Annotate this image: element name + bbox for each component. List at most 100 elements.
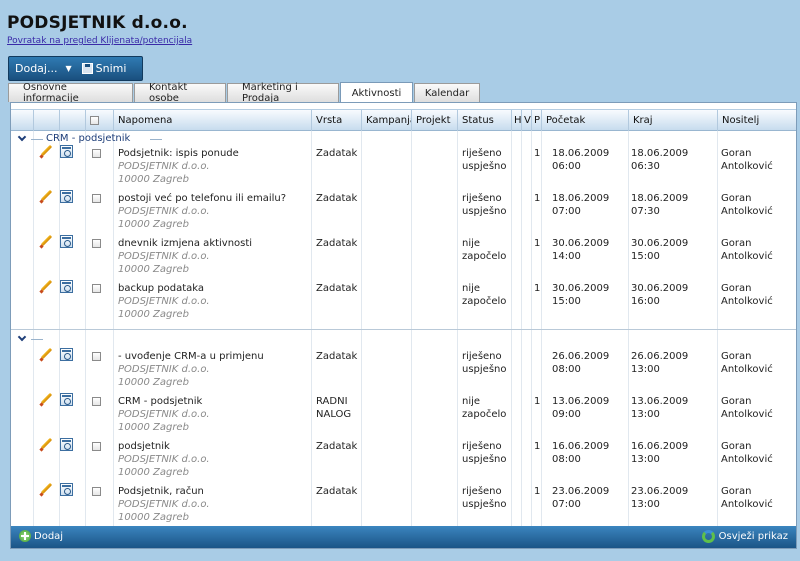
status-text-line2: započelo: [462, 409, 507, 420]
tab-kontakt-osobe[interactable]: Kontakt osobe: [134, 82, 226, 104]
napomena-cell: Podsjetnik: ispis ponude PODSJETNIK d.o.…: [118, 147, 308, 186]
tab-bar: Osnovne informacije Kontakt osobe Market…: [8, 82, 481, 104]
header-projekt[interactable]: Projekt: [411, 110, 457, 131]
header-p[interactable]: P: [531, 110, 541, 131]
preview-icon[interactable]: [60, 280, 73, 293]
p-cell: 1: [534, 193, 541, 204]
tab-kalendar[interactable]: Kalendar: [414, 83, 480, 102]
p-cell: 1: [534, 396, 541, 407]
header-pocetak[interactable]: Početak: [541, 110, 628, 131]
kraj-cell: 30.06.2009 15:00: [631, 238, 689, 262]
table-row[interactable]: Podsjetnik: ispis ponude PODSJETNIK d.o.…: [11, 143, 796, 188]
vrsta-text-line2: NALOG: [316, 409, 352, 420]
refresh-label: Osvježi prikaz: [718, 531, 788, 542]
header-vrsta[interactable]: Vrsta: [311, 110, 361, 131]
kraj-cell: 16.06.2009 13:00: [631, 441, 689, 465]
nositelj-first-name: Goran: [721, 396, 752, 407]
status-text: nije: [462, 238, 481, 249]
city-text: 10000 Zagreb: [118, 377, 189, 388]
preview-icon[interactable]: [60, 483, 73, 496]
edit-pencil-icon[interactable]: [39, 393, 53, 407]
vrsta-cell: Zadatak: [316, 282, 360, 295]
table-row[interactable]: backup podataka PODSJETNIK d.o.o. 10000 …: [11, 278, 796, 323]
tab-aktivnosti[interactable]: Aktivnosti: [340, 82, 413, 103]
row-checkbox[interactable]: [92, 239, 101, 248]
back-link[interactable]: Povratak na pregled Klijenata/potencijal…: [7, 36, 192, 46]
plus-icon: [19, 530, 31, 542]
vrsta-text: Zadatak: [316, 193, 358, 204]
collapse-chevron-icon[interactable]: [17, 333, 27, 343]
header-napomena[interactable]: Napomena: [113, 110, 311, 131]
edit-pencil-icon[interactable]: [39, 145, 53, 159]
preview-icon[interactable]: [60, 190, 73, 203]
add-dropdown-button[interactable]: Dodaj... ▼: [15, 62, 82, 75]
nositelj-cell: Goran Antolković: [721, 440, 795, 466]
row-checkbox[interactable]: [92, 194, 101, 203]
row-checkbox[interactable]: [92, 397, 101, 406]
city-text: 10000 Zagreb: [118, 467, 189, 478]
pocetak-cell: 26.06.2009 08:00: [552, 351, 610, 375]
row-checkbox[interactable]: [92, 284, 101, 293]
footer-add-button[interactable]: Dodaj: [19, 530, 63, 542]
row-checkbox[interactable]: [92, 149, 101, 158]
pocetak-cell: 18.06.2009 07:00: [552, 193, 610, 217]
kraj-cell: 18.06.2009 06:30: [631, 148, 689, 172]
row-checkbox[interactable]: [92, 487, 101, 496]
nositelj-first-name: Goran: [721, 441, 752, 452]
table-row[interactable]: dnevnik izmjena aktivnosti PODSJETNIK d.…: [11, 233, 796, 278]
vrsta-cell: Zadatak: [316, 192, 360, 205]
refresh-button[interactable]: Osvježi prikaz: [701, 530, 788, 543]
select-all-checkbox[interactable]: [90, 116, 99, 125]
edit-pencil-icon[interactable]: [39, 483, 53, 497]
header-edit-col: [33, 110, 59, 131]
company-text: PODSJETNIK d.o.o.: [118, 251, 210, 262]
edit-pencil-icon[interactable]: [39, 235, 53, 249]
tab-marketing-i-prodaja[interactable]: Marketing i Prodaja: [227, 82, 339, 104]
table-row[interactable]: podsjetnik PODSJETNIK d.o.o. 10000 Zagre…: [11, 436, 796, 481]
save-button[interactable]: Snimi: [81, 62, 126, 75]
preview-icon[interactable]: [60, 348, 73, 361]
group-divider: [11, 329, 796, 330]
status-text: nije: [462, 396, 481, 407]
status-cell: nije započelo: [462, 395, 510, 421]
vrsta-text: Zadatak: [316, 486, 358, 497]
header-nositelj[interactable]: Nositelj: [717, 110, 796, 131]
refresh-icon: [701, 530, 715, 543]
napomena-text: dnevnik izmjena aktivnosti: [118, 238, 253, 249]
header-status[interactable]: Status: [457, 110, 511, 131]
napomena-text: podsjetnik: [118, 441, 170, 452]
tab-osnovne-informacije[interactable]: Osnovne informacije: [8, 82, 133, 104]
nositelj-last-name: Antolković: [721, 251, 773, 262]
footer-add-label: Dodaj: [34, 530, 64, 542]
header-kraj[interactable]: Kraj: [628, 110, 717, 131]
edit-pencil-icon[interactable]: [39, 280, 53, 294]
nositelj-last-name: Antolković: [721, 161, 773, 172]
napomena-cell: CRM - podsjetnik PODSJETNIK d.o.o. 10000…: [118, 395, 308, 434]
city-text: 10000 Zagreb: [118, 264, 189, 275]
edit-pencil-icon[interactable]: [39, 348, 53, 362]
preview-icon[interactable]: [60, 393, 73, 406]
napomena-text: Podsjetnik, račun: [118, 486, 204, 497]
nositelj-last-name: Antolković: [721, 454, 773, 465]
edit-pencil-icon[interactable]: [39, 438, 53, 452]
table-row[interactable]: Podsjetnik, račun PODSJETNIK d.o.o. 1000…: [11, 481, 796, 526]
preview-icon[interactable]: [60, 145, 73, 158]
header-kampanja[interactable]: Kampanja: [361, 110, 411, 131]
row-checkbox[interactable]: [92, 442, 101, 451]
napomena-text: - uvođenje CRM-a u primjenu: [118, 351, 264, 362]
header-v[interactable]: V: [521, 110, 531, 131]
preview-icon[interactable]: [60, 438, 73, 451]
table-row[interactable]: postoji već po telefonu ili emailu? PODS…: [11, 188, 796, 233]
nositelj-last-name: Antolković: [721, 364, 773, 375]
vrsta-cell: Zadatak: [316, 350, 360, 363]
preview-icon[interactable]: [60, 235, 73, 248]
table-row[interactable]: - uvođenje CRM-a u primjenu PODSJETNIK d…: [11, 346, 796, 391]
collapse-chevron-icon[interactable]: [17, 133, 27, 143]
header-h[interactable]: H: [511, 110, 521, 131]
table-row[interactable]: CRM - podsjetnik PODSJETNIK d.o.o. 10000…: [11, 391, 796, 436]
company-text: PODSJETNIK d.o.o.: [118, 296, 210, 307]
company-text: PODSJETNIK d.o.o.: [118, 409, 210, 420]
edit-pencil-icon[interactable]: [39, 190, 53, 204]
nositelj-last-name: Antolković: [721, 409, 773, 420]
row-checkbox[interactable]: [92, 352, 101, 361]
